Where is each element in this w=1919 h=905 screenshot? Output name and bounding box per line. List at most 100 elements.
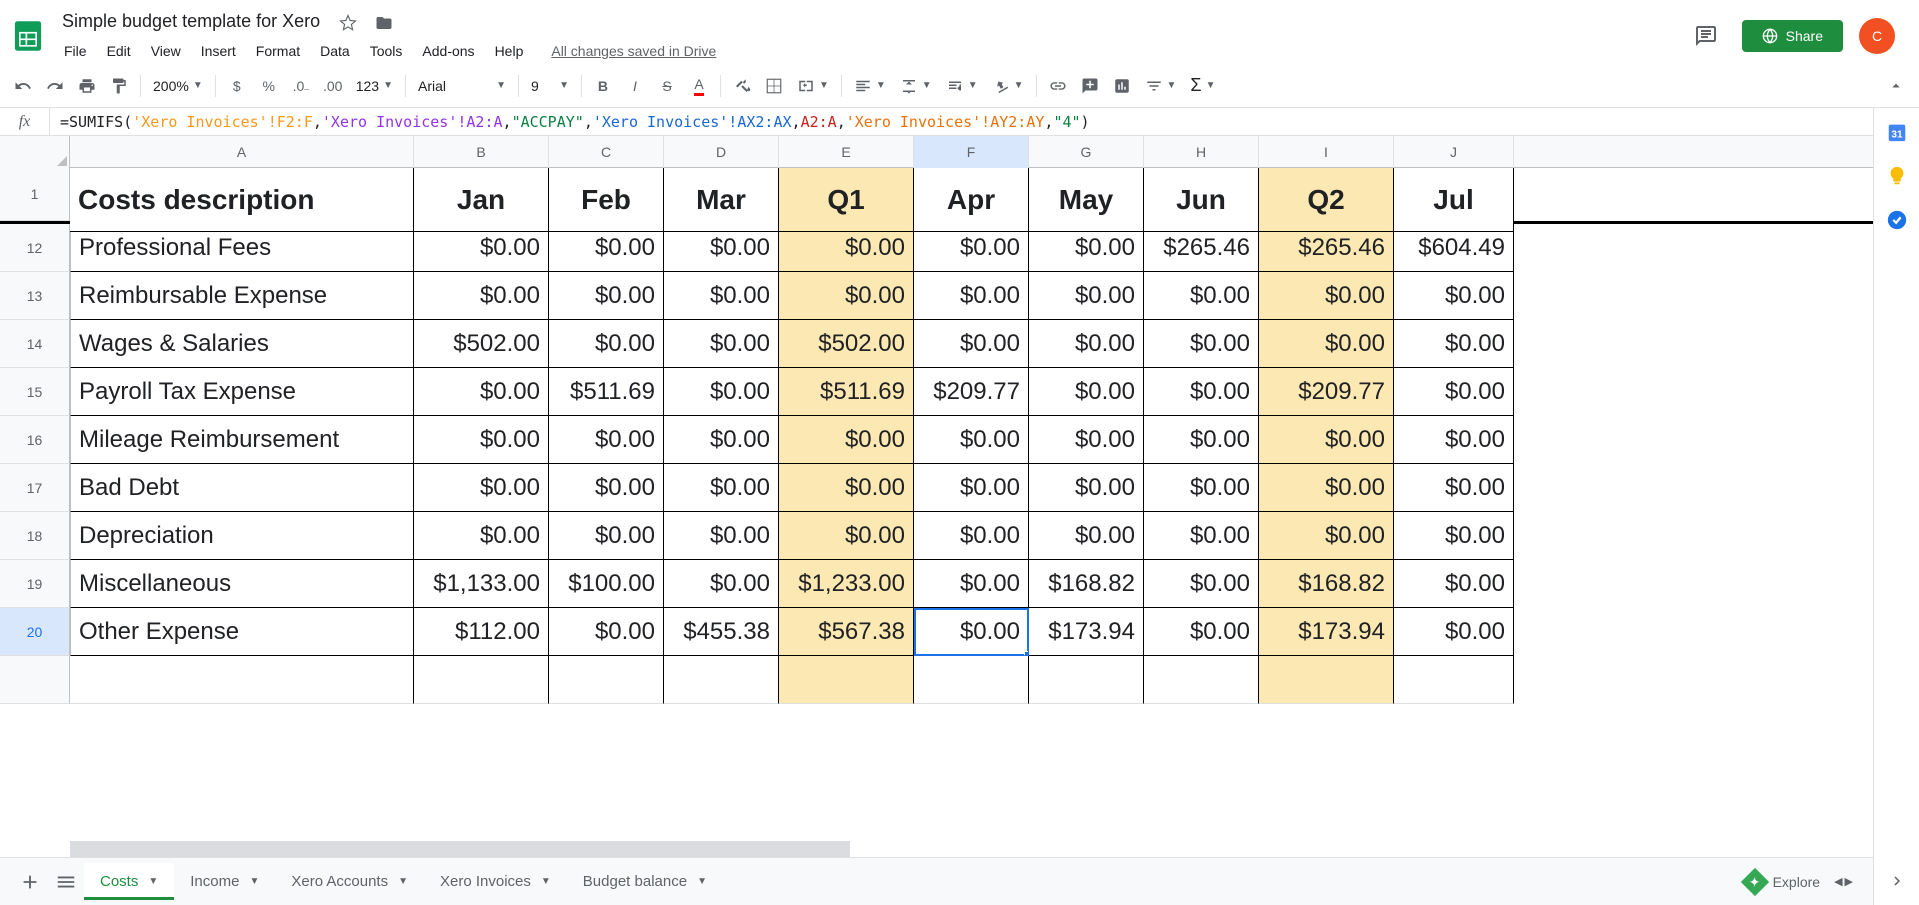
col-header-C[interactable]: C — [549, 136, 664, 168]
data-cell[interactable]: $0.00 — [1144, 560, 1259, 608]
explore-button[interactable]: ✦ Explore — [1731, 864, 1834, 900]
decrease-decimal-button[interactable]: .0_ — [286, 71, 316, 101]
data-cell[interactable] — [914, 656, 1029, 704]
data-cell[interactable]: Other Expense — [70, 608, 414, 656]
data-cell[interactable]: $502.00 — [779, 320, 914, 368]
data-cell[interactable]: $209.77 — [1259, 368, 1394, 416]
row-header-15[interactable]: 15 — [0, 368, 70, 416]
menu-view[interactable]: View — [143, 39, 189, 63]
data-cell[interactable]: $0.00 — [414, 512, 549, 560]
data-cell[interactable]: $168.82 — [1259, 560, 1394, 608]
data-cell[interactable]: $0.00 — [914, 560, 1029, 608]
data-cell[interactable]: $511.69 — [549, 368, 664, 416]
data-cell[interactable]: $0.00 — [1394, 416, 1514, 464]
row-header-13[interactable]: 13 — [0, 272, 70, 320]
halign-button[interactable]: ▼ — [848, 71, 892, 101]
col-header-J[interactable]: J — [1394, 136, 1514, 168]
data-cell[interactable]: $0.00 — [549, 608, 664, 656]
data-cell[interactable]: $0.00 — [664, 416, 779, 464]
data-cell[interactable]: $0.00 — [1029, 464, 1144, 512]
share-button[interactable]: Share — [1742, 20, 1843, 52]
rotate-button[interactable]: ▼ — [986, 71, 1030, 101]
insert-comment-button[interactable] — [1075, 71, 1105, 101]
menu-add-ons[interactable]: Add-ons — [414, 39, 482, 63]
data-cell[interactable]: $173.94 — [1029, 608, 1144, 656]
functions-button[interactable]: Σ▼ — [1184, 71, 1221, 101]
data-cell[interactable]: $0.00 — [414, 416, 549, 464]
data-cell[interactable]: $0.00 — [914, 320, 1029, 368]
add-sheet-button[interactable] — [12, 864, 48, 900]
data-cell[interactable]: $0.00 — [914, 464, 1029, 512]
data-cell[interactable]: $0.00 — [1144, 272, 1259, 320]
data-cell[interactable]: $0.00 — [1394, 368, 1514, 416]
formula-input[interactable]: =SUMIFS('Xero Invoices'!F2:F,'Xero Invoi… — [50, 113, 1919, 131]
doc-title[interactable]: Simple budget template for Xero — [56, 9, 326, 34]
data-cell[interactable]: $0.00 — [914, 416, 1029, 464]
data-cell[interactable]: $0.00 — [1259, 272, 1394, 320]
data-cell[interactable]: $0.00 — [414, 368, 549, 416]
menu-data[interactable]: Data — [312, 39, 358, 63]
menu-help[interactable]: Help — [487, 39, 532, 63]
print-button[interactable] — [72, 71, 102, 101]
wrap-button[interactable]: ▼ — [940, 71, 984, 101]
horizontal-scrollbar[interactable] — [70, 841, 850, 857]
col-header-G[interactable]: G — [1029, 136, 1144, 168]
data-cell[interactable] — [414, 656, 549, 704]
sheet-nav-arrows[interactable]: ◀▶ — [1834, 875, 1853, 888]
keep-addon[interactable] — [1885, 164, 1909, 188]
data-cell[interactable]: $0.00 — [664, 464, 779, 512]
data-cell[interactable]: $0.00 — [779, 416, 914, 464]
data-cell[interactable]: $567.38 — [779, 608, 914, 656]
data-cell[interactable]: $209.77 — [914, 368, 1029, 416]
comments-button[interactable] — [1686, 16, 1726, 56]
data-cell[interactable]: $0.00 — [1259, 464, 1394, 512]
row-header-12[interactable]: 12 — [0, 224, 70, 272]
menu-format[interactable]: Format — [248, 39, 308, 63]
data-cell[interactable]: $1,133.00 — [414, 560, 549, 608]
data-cell[interactable] — [779, 656, 914, 704]
row-header-1[interactable]: 1 — [0, 168, 70, 221]
data-cell[interactable]: $0.00 — [779, 272, 914, 320]
row-header-14[interactable]: 14 — [0, 320, 70, 368]
data-cell[interactable] — [1144, 656, 1259, 704]
data-cell[interactable]: $0.00 — [549, 320, 664, 368]
data-cell[interactable]: Payroll Tax Expense — [70, 368, 414, 416]
data-cell[interactable]: $0.00 — [664, 512, 779, 560]
menu-file[interactable]: File — [56, 39, 95, 63]
col-header-A[interactable]: A — [70, 136, 414, 168]
col-header-B[interactable]: B — [414, 136, 549, 168]
undo-button[interactable] — [8, 71, 38, 101]
header-cell[interactable]: Jul — [1394, 168, 1514, 232]
header-cell[interactable]: Costs description — [70, 168, 414, 232]
link-button[interactable] — [1043, 71, 1073, 101]
row-header-16[interactable]: 16 — [0, 416, 70, 464]
fx-label[interactable]: fx — [0, 108, 50, 135]
header-cell[interactable]: Feb — [549, 168, 664, 232]
data-cell[interactable]: $0.00 — [1394, 560, 1514, 608]
menu-insert[interactable]: Insert — [193, 39, 244, 63]
sheets-logo[interactable] — [8, 16, 48, 56]
data-cell[interactable]: $0.00 — [914, 512, 1029, 560]
header-cell[interactable]: Mar — [664, 168, 779, 232]
borders-button[interactable] — [759, 71, 789, 101]
star-button[interactable] — [334, 9, 362, 37]
fill-color-button[interactable] — [727, 71, 757, 101]
col-header-D[interactable]: D — [664, 136, 779, 168]
data-cell[interactable]: $100.00 — [549, 560, 664, 608]
data-cell[interactable] — [549, 656, 664, 704]
col-header-H[interactable]: H — [1144, 136, 1259, 168]
row-header-17[interactable]: 17 — [0, 464, 70, 512]
data-cell[interactable]: $511.69 — [779, 368, 914, 416]
header-cell[interactable]: Q2 — [1259, 168, 1394, 232]
saved-status[interactable]: All changes saved in Drive — [551, 43, 716, 59]
collapse-toolbar-button[interactable] — [1881, 71, 1911, 101]
col-header-F[interactable]: F — [914, 136, 1029, 168]
data-cell[interactable]: $168.82 — [1029, 560, 1144, 608]
data-cell[interactable]: $0.00 — [1394, 272, 1514, 320]
data-cell[interactable] — [1394, 656, 1514, 704]
data-cell[interactable]: $0.00 — [664, 560, 779, 608]
filter-button[interactable]: ▼ — [1139, 71, 1183, 101]
bold-button[interactable]: B — [588, 71, 618, 101]
sheet-tab-income[interactable]: Income▼ — [174, 863, 275, 900]
data-cell[interactable]: $0.00 — [1144, 464, 1259, 512]
